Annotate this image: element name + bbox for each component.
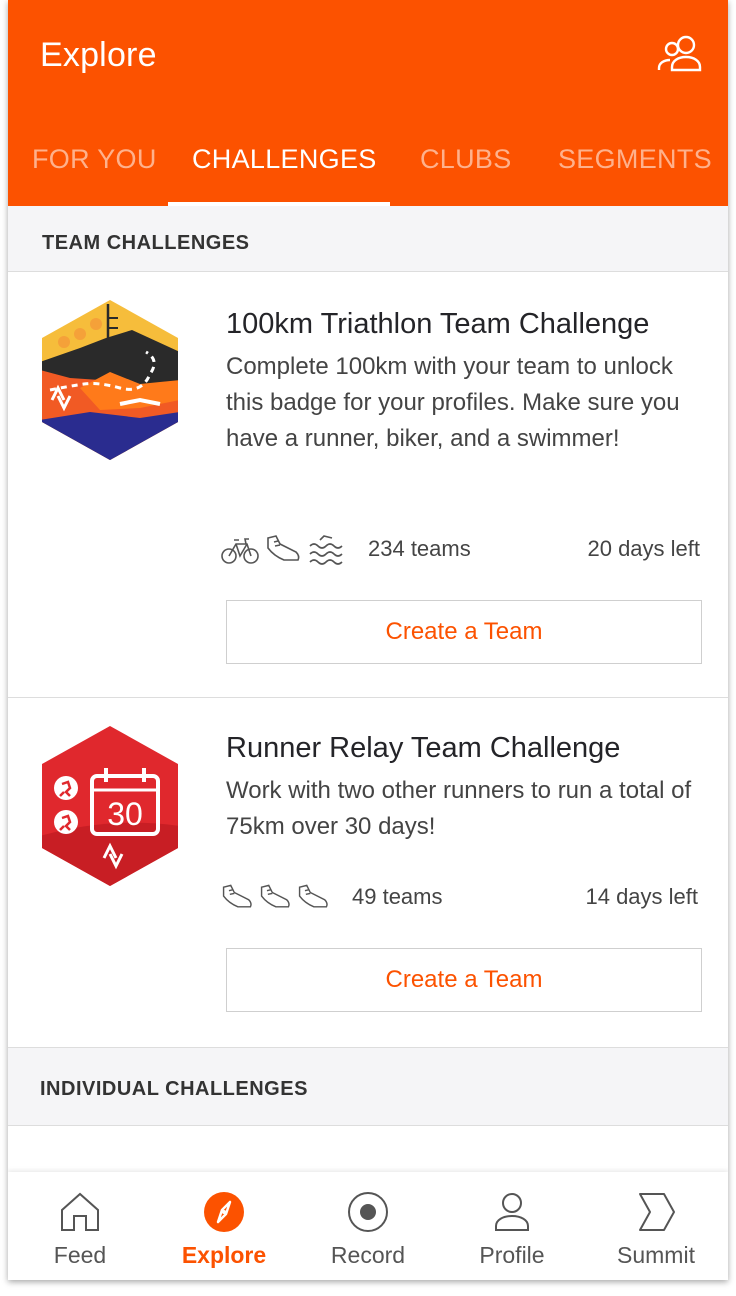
- summit-icon: [639, 1193, 675, 1231]
- nav-record[interactable]: Record: [296, 1172, 440, 1280]
- person-icon: [495, 1193, 529, 1231]
- challenge-description: Work with two other runners to run a tot…: [226, 777, 692, 840]
- nav-label: Explore: [181, 1242, 267, 1268]
- shoe-icon: [260, 884, 290, 908]
- app-header: Explore FOR YOU CHALLENGES CLUBS SEGMENT…: [8, 0, 728, 206]
- create-team-button[interactable]: Create a Team: [226, 600, 702, 664]
- section-title: INDIVIDUAL CHALLENGES: [40, 1078, 308, 1100]
- challenge-card[interactable]: 100km Triathlon Team Challenge Complete …: [8, 272, 728, 698]
- people-icon[interactable]: [656, 34, 706, 74]
- tab-clubs[interactable]: CLUBS: [420, 144, 512, 175]
- compass-icon: [204, 1192, 244, 1232]
- nav-label: Summit: [617, 1242, 695, 1268]
- section-title: TEAM CHALLENGES: [42, 232, 250, 254]
- challenge-card[interactable]: 30 Runner Relay Team Challenge Work with…: [8, 698, 728, 1048]
- teams-count: 49 teams: [352, 884, 443, 909]
- shoe-icon: [222, 884, 252, 908]
- badge-number: 30: [107, 796, 143, 832]
- nav-label: Record: [330, 1242, 406, 1268]
- challenge-title[interactable]: Runner Relay Team Challenge: [226, 732, 620, 765]
- create-team-button[interactable]: Create a Team: [226, 948, 702, 1012]
- page-title: Explore: [40, 36, 157, 74]
- triathlon-badge-icon: [40, 300, 180, 460]
- explore-tabs: FOR YOU CHALLENGES CLUBS SEGMENTS: [8, 132, 728, 206]
- record-icon: [348, 1192, 388, 1232]
- nav-label: Feed: [53, 1242, 107, 1268]
- sport-icons: [220, 532, 344, 566]
- challenge-title[interactable]: 100km Triathlon Team Challenge: [226, 308, 649, 341]
- sport-icons: [220, 880, 330, 914]
- tab-for-you[interactable]: FOR YOU: [32, 144, 157, 175]
- nav-label: Profile: [479, 1242, 545, 1268]
- relay-badge-icon: 30: [40, 726, 180, 886]
- challenge-description: Complete 100km with your team to unlock …: [226, 353, 680, 452]
- nav-profile[interactable]: Profile: [440, 1172, 584, 1280]
- phone-screen: Explore FOR YOU CHALLENGES CLUBS SEGMENT…: [8, 0, 728, 1280]
- home-icon: [61, 1192, 99, 1231]
- nav-summit[interactable]: Summit: [584, 1172, 728, 1280]
- nav-explore[interactable]: Explore: [152, 1172, 296, 1280]
- teams-count: 234 teams: [368, 536, 471, 561]
- bike-icon: [221, 538, 259, 564]
- days-left: 20 days left: [587, 536, 700, 561]
- shoe-icon: [298, 884, 328, 908]
- tab-segments[interactable]: SEGMENTS: [558, 144, 712, 175]
- bottom-navigation: Feed Explore Record Profile Summit: [8, 1172, 728, 1280]
- tab-challenges[interactable]: CHALLENGES: [192, 144, 377, 175]
- individual-challenges-header: INDIVIDUAL CHALLENGES: [8, 1048, 728, 1126]
- shoe-icon: [267, 535, 300, 561]
- nav-feed[interactable]: Feed: [8, 1172, 152, 1280]
- swim-icon: [309, 535, 343, 565]
- team-challenges-header: TEAM CHALLENGES: [8, 206, 728, 272]
- days-left: 14 days left: [585, 884, 698, 909]
